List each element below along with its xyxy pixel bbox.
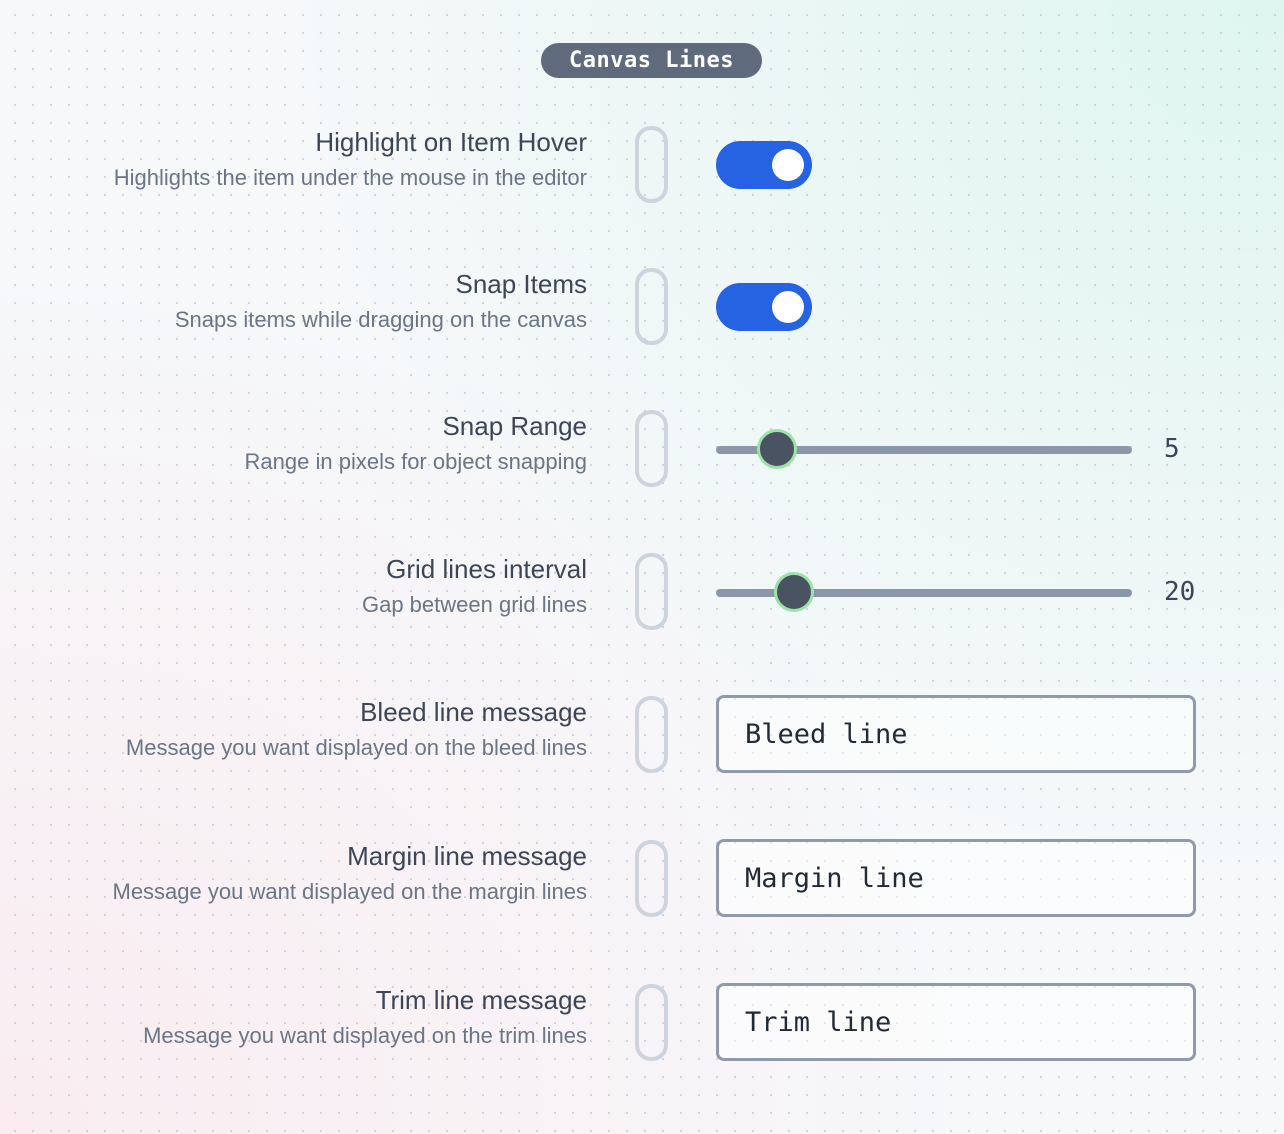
setting-description: Range in pixels for object snapping (244, 449, 587, 474)
drag-handle[interactable] (635, 696, 668, 773)
snap-range-value: 5 (1164, 434, 1180, 464)
setting-description: Snaps items while dragging on the canvas (174, 307, 587, 332)
setting-row-bleed-message: Bleed line message Message you want disp… (0, 695, 1284, 786)
setting-row-trim-message: Trim line message Message you want displ… (0, 983, 1284, 1074)
highlight-hover-toggle[interactable] (716, 141, 812, 189)
setting-row-highlight-on-hover: Highlight on Item Hover Highlights the i… (0, 126, 1284, 216)
bleed-line-message-input[interactable] (716, 695, 1196, 773)
toggle-knob (772, 291, 804, 323)
setting-description: Message you want displayed on the bleed … (125, 735, 587, 760)
setting-label: Margin line message Message you want dis… (0, 840, 588, 906)
drag-handle[interactable] (635, 126, 668, 203)
setting-description: Highlights the item under the mouse in t… (113, 165, 587, 190)
setting-label: Trim line message Message you want displ… (0, 984, 587, 1050)
setting-title: Grid lines interval (386, 554, 587, 584)
setting-title: Snap Items (455, 269, 587, 299)
setting-row-snap-items: Snap Items Snaps items while dragging on… (0, 268, 1284, 358)
setting-title: Bleed line message (360, 697, 587, 727)
setting-label: Snap Items Snaps items while dragging on… (0, 268, 587, 334)
setting-row-grid-interval: Grid lines interval Gap between grid lin… (0, 553, 1284, 643)
setting-description: Message you want displayed on the trim l… (143, 1023, 587, 1048)
drag-handle[interactable] (635, 268, 668, 345)
setting-title: Trim line message (375, 985, 587, 1015)
setting-row-margin-message: Margin line message Message you want dis… (0, 839, 1284, 930)
slider-thumb[interactable] (773, 572, 814, 612)
setting-title: Highlight on Item Hover (315, 127, 587, 157)
drag-handle[interactable] (635, 553, 668, 630)
setting-title: Snap Range (442, 411, 587, 441)
snap-items-toggle[interactable] (716, 283, 812, 331)
setting-label: Bleed line message Message you want disp… (0, 696, 587, 762)
grid-interval-value: 20 (1164, 577, 1196, 607)
drag-handle[interactable] (635, 410, 668, 487)
snap-range-slider[interactable] (716, 429, 1132, 469)
margin-line-message-input[interactable] (716, 839, 1196, 917)
setting-description: Message you want displayed on the margin… (112, 879, 588, 904)
setting-label: Snap Range Range in pixels for object sn… (0, 410, 587, 476)
drag-handle[interactable] (635, 840, 668, 917)
setting-label: Grid lines interval Gap between grid lin… (0, 553, 587, 619)
drag-handle[interactable] (635, 984, 668, 1061)
setting-title: Margin line message (347, 841, 587, 871)
setting-description: Gap between grid lines (361, 592, 587, 617)
section-title: Canvas Lines (541, 43, 762, 78)
slider-thumb[interactable] (757, 429, 798, 469)
setting-row-snap-range: Snap Range Range in pixels for object sn… (0, 410, 1284, 500)
toggle-knob (772, 149, 804, 181)
trim-line-message-input[interactable] (716, 983, 1196, 1061)
grid-interval-slider[interactable] (716, 572, 1132, 612)
setting-label: Highlight on Item Hover Highlights the i… (0, 126, 587, 192)
